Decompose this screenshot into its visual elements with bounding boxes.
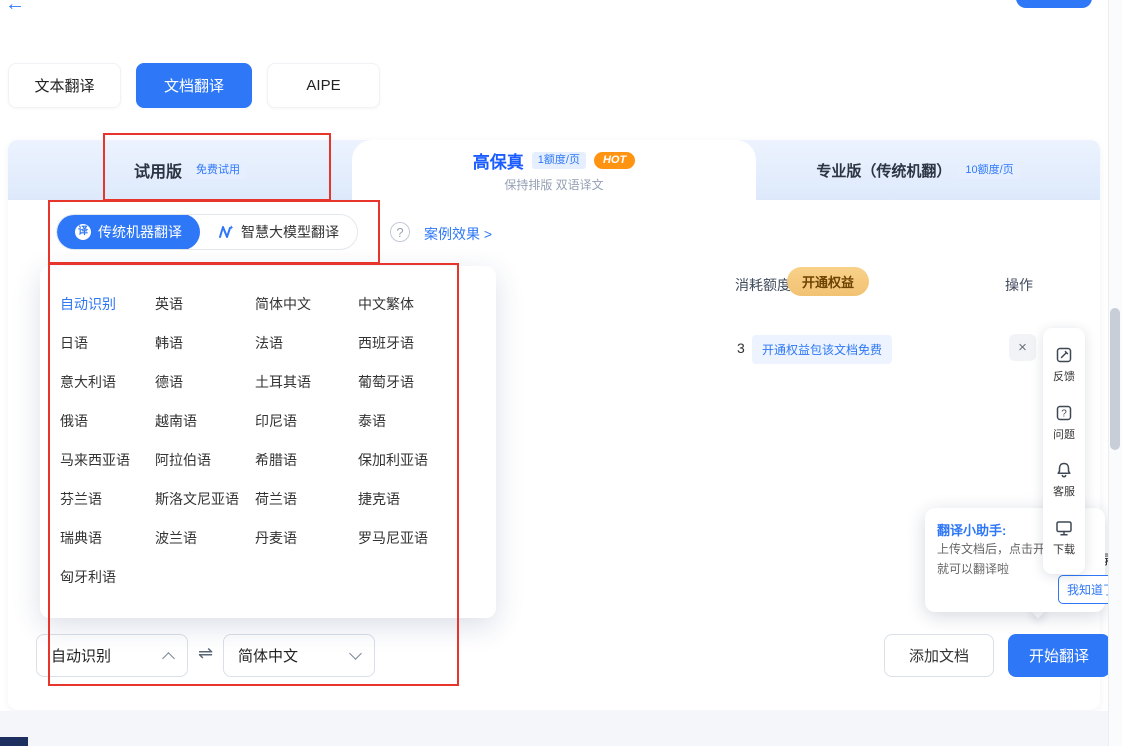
target-language-select[interactable]: 简体中文: [223, 634, 375, 677]
service-bell-icon: [1054, 460, 1074, 480]
lang-option[interactable]: 捷克语: [358, 489, 496, 509]
chevron-down-icon: [349, 647, 362, 660]
hot-badge: HOT: [594, 152, 635, 169]
lang-option[interactable]: 德语: [155, 372, 255, 392]
help-icon[interactable]: ?: [390, 222, 410, 242]
feedback-pen-icon: [1054, 345, 1074, 365]
target-language-value: 简体中文: [238, 645, 298, 666]
lang-option[interactable]: 瑞典语: [60, 528, 155, 548]
floating-side-toolbar: 反馈 ? 问题 客服 下载: [1043, 328, 1085, 574]
bottom-left-footer-chip: [0, 737, 28, 746]
hifi-title-row: 高保真 1额度/页 HOT: [473, 148, 635, 173]
lang-option[interactable]: 芬兰语: [60, 489, 155, 509]
lang-option[interactable]: 波兰语: [155, 528, 255, 548]
engine-traditional-button[interactable]: 译 传统机器翻译: [57, 214, 200, 250]
page-scrollbar[interactable]: [1108, 0, 1122, 746]
translate-icon: 译: [75, 224, 91, 240]
source-language-select[interactable]: 自动识别: [36, 634, 188, 677]
row-quota-value: 3: [737, 340, 745, 356]
scrollbar-thumb[interactable]: [1110, 308, 1120, 450]
lang-option[interactable]: 荷兰语: [255, 489, 358, 509]
plan-tab-strip: 试用版 免费试用 高保真 1额度/页 HOT 保持排版 双语译文 专业版（传统机…: [8, 140, 1100, 200]
lang-option[interactable]: 西班牙语: [358, 333, 496, 353]
lang-option[interactable]: 韩语: [155, 333, 255, 353]
hifi-subtitle: 保持排版 双语译文: [504, 176, 603, 193]
quota-column-header: 消耗额度: [735, 275, 791, 295]
tab-text-translate[interactable]: 文本翻译: [8, 63, 121, 108]
engine-traditional-label: 传统机器翻译: [98, 222, 182, 242]
lang-option[interactable]: 希腊语: [255, 450, 358, 470]
lang-option[interactable]: 罗马尼亚语: [358, 528, 496, 548]
lang-option[interactable]: 中文繁体: [358, 294, 496, 314]
lang-option[interactable]: 自动识别: [60, 294, 155, 314]
lang-option[interactable]: 越南语: [155, 411, 255, 431]
case-examples-link[interactable]: 案例效果 >: [424, 224, 492, 244]
question-label: 问题: [1053, 426, 1075, 442]
add-document-button[interactable]: 添加文档: [884, 634, 994, 677]
hifi-quota-badge: 1额度/页: [532, 152, 586, 169]
page-bottom-strip: [0, 711, 1122, 746]
lang-option[interactable]: 泰语: [358, 411, 496, 431]
engine-toggle: 译 传统机器翻译 智慧大模型翻译: [56, 214, 358, 250]
pro-quota-badge: 10额度/页: [959, 162, 1019, 179]
action-column-header: 操作: [1005, 275, 1033, 295]
lang-option[interactable]: 俄语: [60, 411, 155, 431]
feedback-label: 反馈: [1053, 368, 1075, 384]
trial-badge: 免费试用: [190, 162, 246, 179]
top-right-button[interactable]: [1016, 0, 1092, 8]
chevron-up-icon: [162, 652, 175, 665]
svg-text:?: ?: [1061, 408, 1067, 419]
plan-tab-hifi[interactable]: 高保真 1额度/页 HOT 保持排版 双语译文: [372, 140, 736, 200]
lang-option[interactable]: 葡萄牙语: [358, 372, 496, 392]
lang-option[interactable]: 马来西亚语: [60, 450, 155, 470]
lang-option[interactable]: 英语: [155, 294, 255, 314]
engine-ai-button[interactable]: 智慧大模型翻译: [200, 214, 357, 250]
lang-option[interactable]: 法语: [255, 333, 358, 353]
hifi-label: 高保真: [473, 148, 524, 173]
screen: ← 文本翻译 文档翻译 AIPE 试用版 免费试用 高保真 1额度/页 HOT …: [0, 0, 1122, 746]
plan-tab-trial[interactable]: 试用版 免费试用: [8, 140, 372, 200]
customer-service-button[interactable]: 客服: [1053, 460, 1075, 499]
customer-service-label: 客服: [1053, 483, 1075, 499]
lang-option[interactable]: 匈牙利语: [60, 567, 155, 587]
start-translate-button[interactable]: 开始翻译: [1008, 634, 1110, 677]
lang-option[interactable]: 斯洛文尼亚语: [155, 489, 255, 509]
doc-translate-panel: 试用版 免费试用 高保真 1额度/页 HOT 保持排版 双语译文 专业版（传统机…: [8, 140, 1100, 710]
lang-option[interactable]: 丹麦语: [255, 528, 358, 548]
question-button[interactable]: ? 问题: [1053, 403, 1075, 442]
back-arrow-icon[interactable]: ←: [5, 0, 25, 16]
lang-option[interactable]: 保加利亚语: [358, 450, 496, 470]
download-button[interactable]: 下载: [1053, 518, 1075, 557]
tab-doc-translate[interactable]: 文档翻译: [136, 63, 252, 108]
ai-model-icon: [218, 224, 234, 240]
pro-label: 专业版（传统机翻）: [816, 160, 951, 181]
language-dropdown-panel: 自动识别 英语 简体中文 中文繁体 日语 韩语 法语 西班牙语 意大利语 德语 …: [40, 266, 496, 618]
source-language-value: 自动识别: [51, 645, 111, 666]
feedback-button[interactable]: 反馈: [1053, 345, 1075, 384]
engine-ai-label: 智慧大模型翻译: [241, 222, 339, 242]
row-remove-button[interactable]: ×: [1009, 334, 1036, 361]
lang-option[interactable]: 土耳其语: [255, 372, 358, 392]
lang-option[interactable]: 阿拉伯语: [155, 450, 255, 470]
plan-tab-pro[interactable]: 专业版（传统机翻） 10额度/页: [736, 140, 1100, 200]
trial-label: 试用版: [134, 158, 182, 182]
tab-aipe[interactable]: AIPE: [267, 63, 380, 108]
lang-option[interactable]: 日语: [60, 333, 155, 353]
download-monitor-icon: [1054, 518, 1074, 538]
swap-languages-icon[interactable]: ⇌: [198, 643, 213, 664]
question-icon: ?: [1054, 403, 1074, 423]
lang-option[interactable]: 简体中文: [255, 294, 358, 314]
row-free-note-link[interactable]: 开通权益包该文档免费: [752, 335, 892, 364]
lang-option[interactable]: 印尼语: [255, 411, 358, 431]
download-label: 下载: [1053, 541, 1075, 557]
lang-option[interactable]: 意大利语: [60, 372, 155, 392]
open-rights-button[interactable]: 开通权益: [787, 267, 869, 296]
